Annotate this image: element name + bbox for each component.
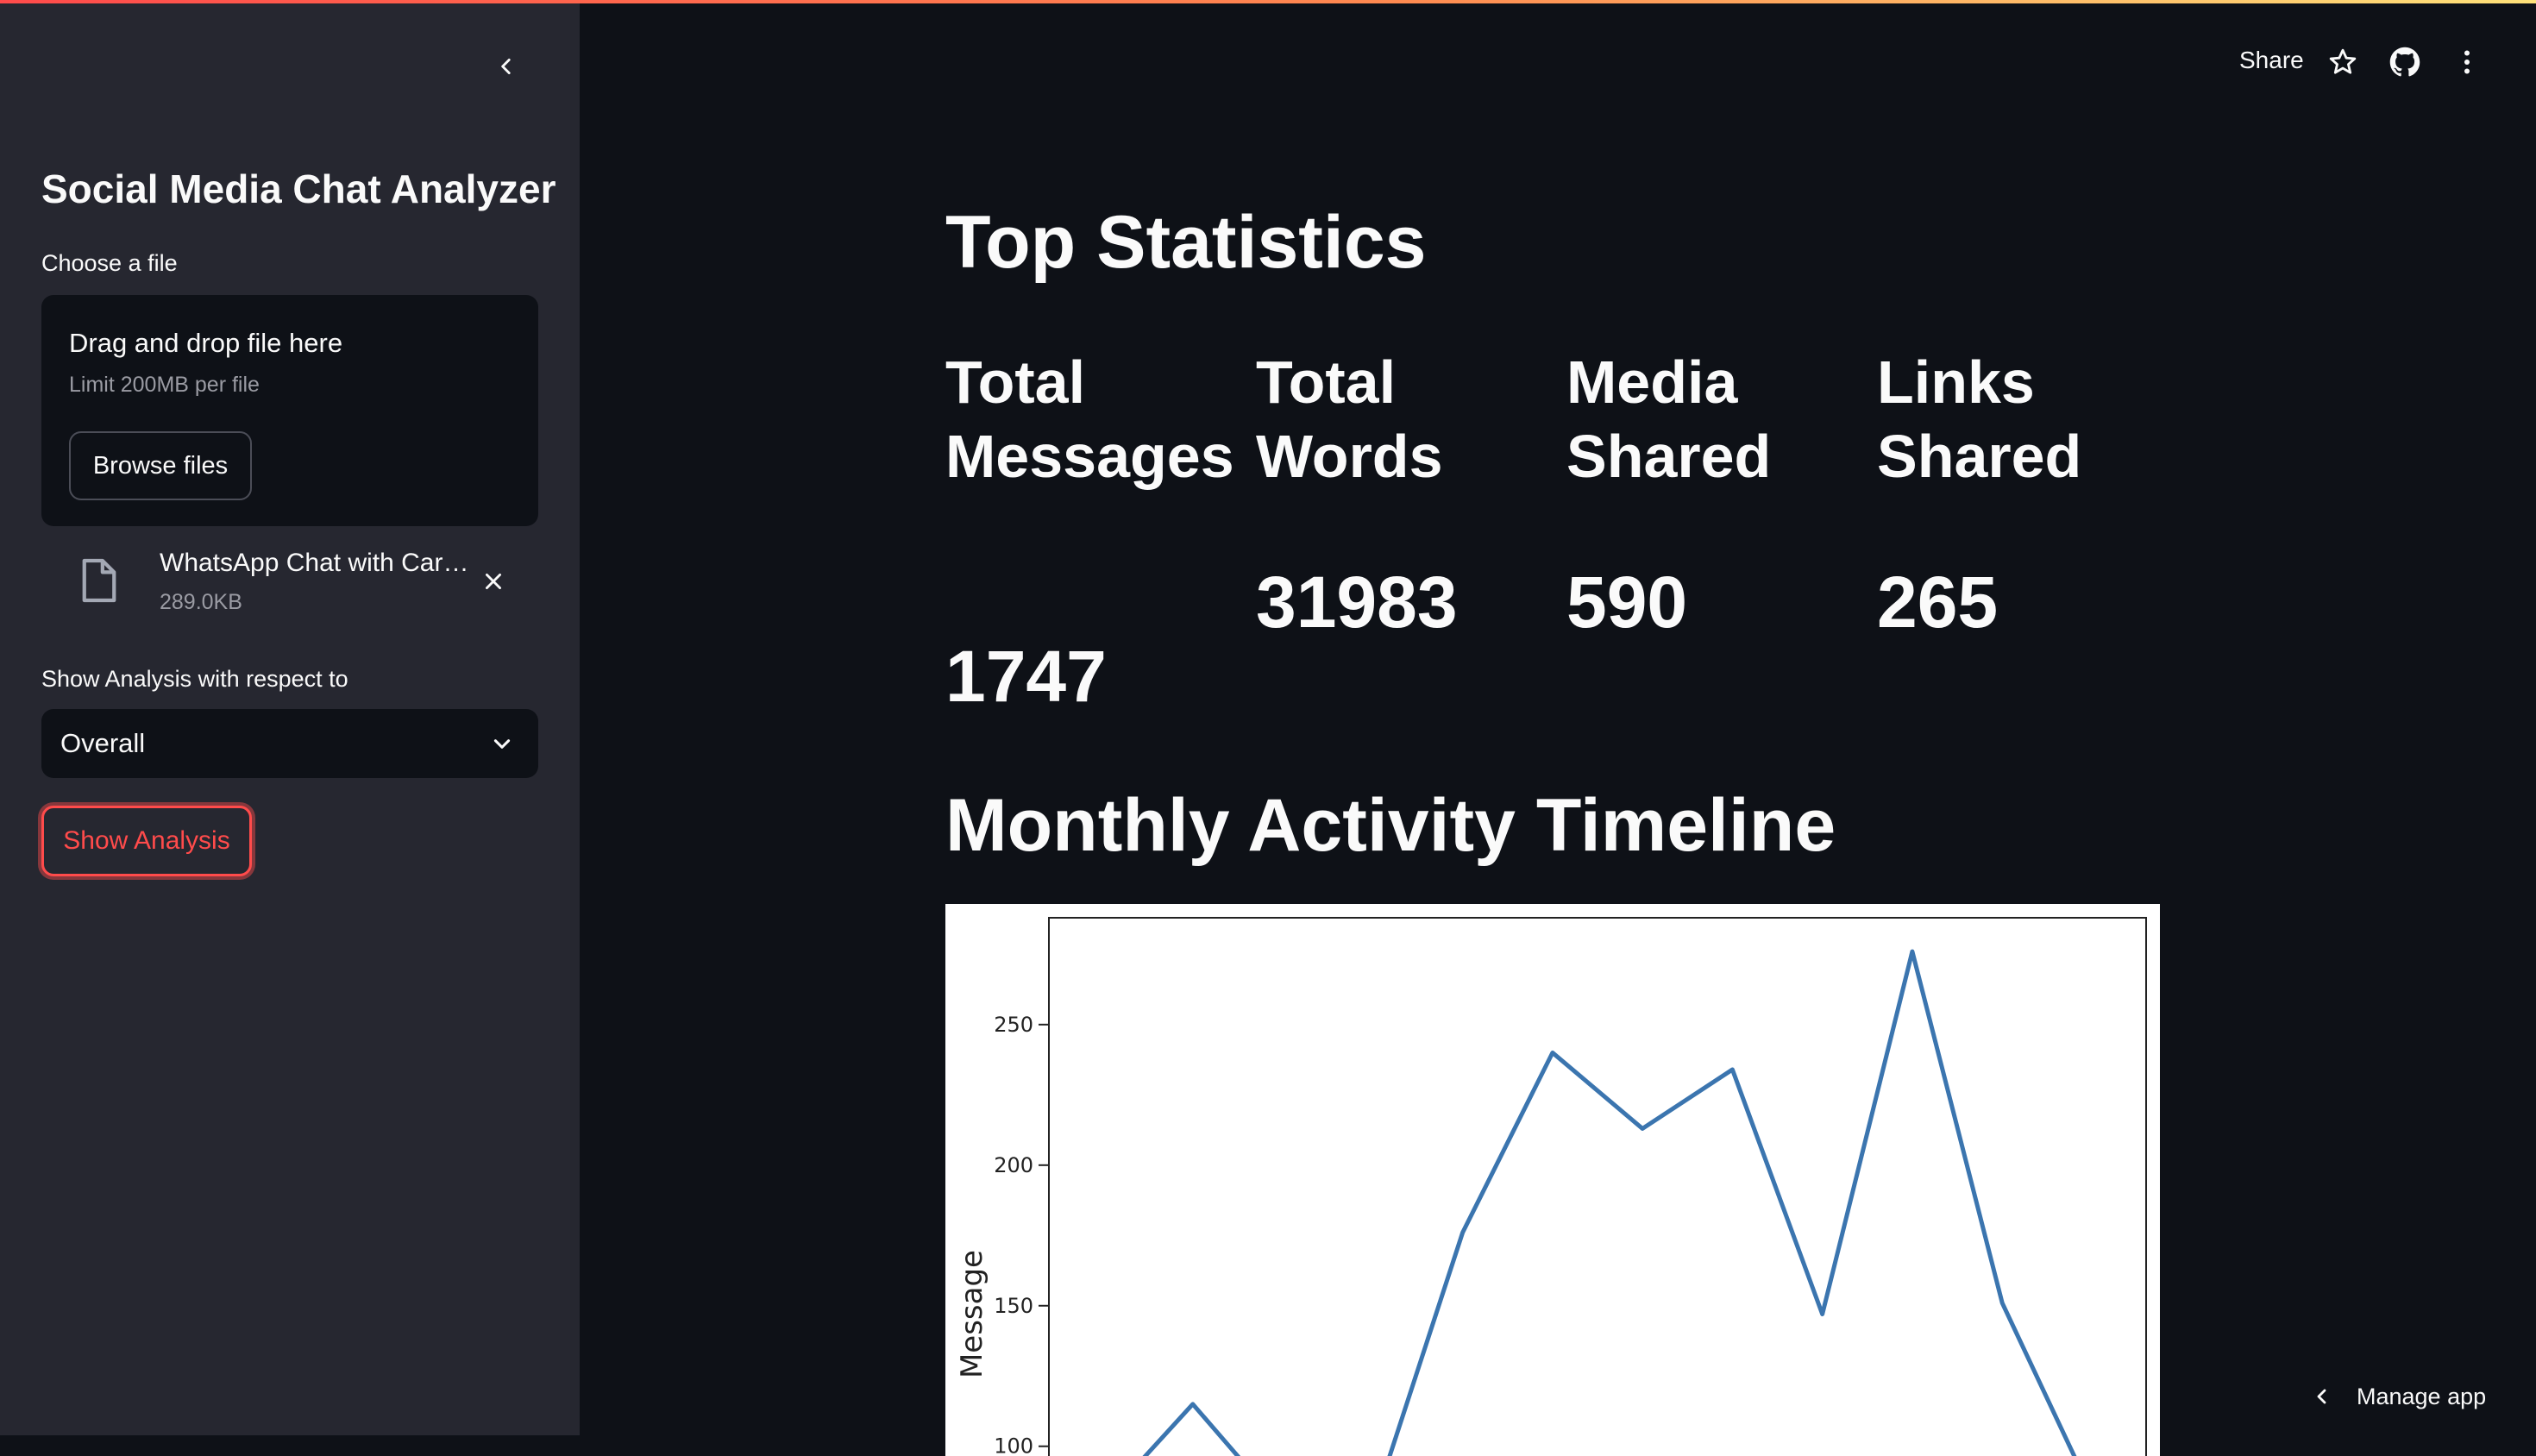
section-title: Monthly Activity Timeline bbox=[945, 784, 1836, 867]
star-button[interactable] bbox=[2326, 45, 2360, 79]
share-button[interactable]: Share bbox=[2239, 47, 2304, 74]
metric-value: 265 bbox=[1877, 562, 1999, 643]
metric-value: 1747 bbox=[945, 636, 1107, 717]
file-size: 289.0KB bbox=[160, 590, 242, 614]
data-point bbox=[1822, 1314, 1824, 1315]
metric-value: 590 bbox=[1566, 562, 1688, 643]
file-icon bbox=[82, 558, 116, 603]
y-axis-label: Message bbox=[955, 1250, 989, 1378]
analysis-select-label: Show Analysis with respect to bbox=[41, 666, 348, 692]
sidebar: Social Media Chat Analyzer Choose a file… bbox=[0, 0, 580, 1435]
monthly-timeline-chart: 100 150 200 250 Message bbox=[945, 904, 2160, 1456]
top-decoration-bar bbox=[0, 0, 2536, 3]
file-name: WhatsApp Chat with Car… bbox=[160, 549, 469, 577]
close-icon bbox=[486, 574, 501, 589]
data-point bbox=[2001, 1302, 2003, 1304]
metric-media-shared: Media Shared 590 bbox=[1566, 345, 1860, 725]
main-menu-button[interactable] bbox=[2450, 45, 2484, 79]
show-analysis-button[interactable]: Show Analysis bbox=[41, 806, 252, 876]
metric-label-line1: Links bbox=[1877, 348, 2035, 416]
chevron-left-icon bbox=[2317, 1389, 2326, 1404]
manage-app-button[interactable]: Manage app bbox=[2312, 1375, 2486, 1418]
app-title: Social Media Chat Analyzer bbox=[41, 166, 556, 211]
metric-label-line1: Total bbox=[945, 348, 1086, 416]
manage-app-label: Manage app bbox=[2357, 1383, 2487, 1409]
github-icon bbox=[2389, 47, 2420, 77]
metric-label-line1: Total bbox=[1256, 348, 1397, 416]
data-point bbox=[1192, 1403, 1194, 1405]
metric-total-messages: Total Messages 1747 bbox=[945, 345, 1239, 725]
metric-links-shared: Links Shared 265 bbox=[1877, 345, 2170, 725]
data-point bbox=[1552, 1051, 1554, 1053]
app-header: Share bbox=[580, 3, 2536, 104]
star-icon bbox=[2329, 48, 2357, 74]
file-uploader-label: Choose a file bbox=[41, 250, 178, 276]
plot-frame bbox=[1048, 917, 2147, 1456]
metric-label-line2: Messages bbox=[945, 423, 1234, 490]
metric-label-line2: Shared bbox=[1877, 423, 2082, 490]
metric-label-line2: Shared bbox=[1566, 423, 1772, 490]
browse-files-button[interactable]: Browse files bbox=[69, 431, 252, 500]
metric-label-line1: Media bbox=[1566, 348, 1738, 416]
y-tick-label: 100 bbox=[994, 1434, 1033, 1456]
select-value: Overall bbox=[60, 728, 146, 758]
select-chevron bbox=[485, 726, 519, 761]
remove-file-button[interactable] bbox=[474, 562, 512, 600]
collapse-sidebar-button[interactable] bbox=[488, 48, 524, 85]
data-point bbox=[1641, 1127, 1643, 1129]
chevron-left-icon bbox=[501, 59, 511, 74]
github-button[interactable] bbox=[2388, 45, 2422, 79]
dropzone-title: Drag and drop file here bbox=[69, 328, 343, 358]
dropzone-limit: Limit 200MB per file bbox=[69, 373, 260, 397]
y-tick-label: 200 bbox=[994, 1153, 1033, 1177]
y-tick-label: 150 bbox=[994, 1294, 1033, 1318]
more-vertical-icon bbox=[2464, 50, 2470, 74]
file-dropzone[interactable]: Drag and drop file here Limit 200MB per … bbox=[41, 295, 538, 526]
chevron-down-icon bbox=[493, 739, 511, 749]
page-title: Top Statistics bbox=[945, 201, 1427, 284]
analysis-select[interactable]: Overall bbox=[41, 709, 538, 778]
metric-label-line2: Words bbox=[1256, 423, 1443, 490]
data-point bbox=[1911, 951, 1913, 952]
metric-value: 31983 bbox=[1256, 562, 1458, 643]
y-tick-label: 250 bbox=[994, 1013, 1033, 1037]
uploaded-file-item: WhatsApp Chat with Car… 289.0KB bbox=[41, 543, 538, 621]
series-line bbox=[1142, 949, 2077, 1456]
metric-total-words: Total Words 31983 bbox=[1256, 345, 1549, 725]
chart-svg: 100 150 200 250 Message bbox=[955, 917, 2147, 1456]
